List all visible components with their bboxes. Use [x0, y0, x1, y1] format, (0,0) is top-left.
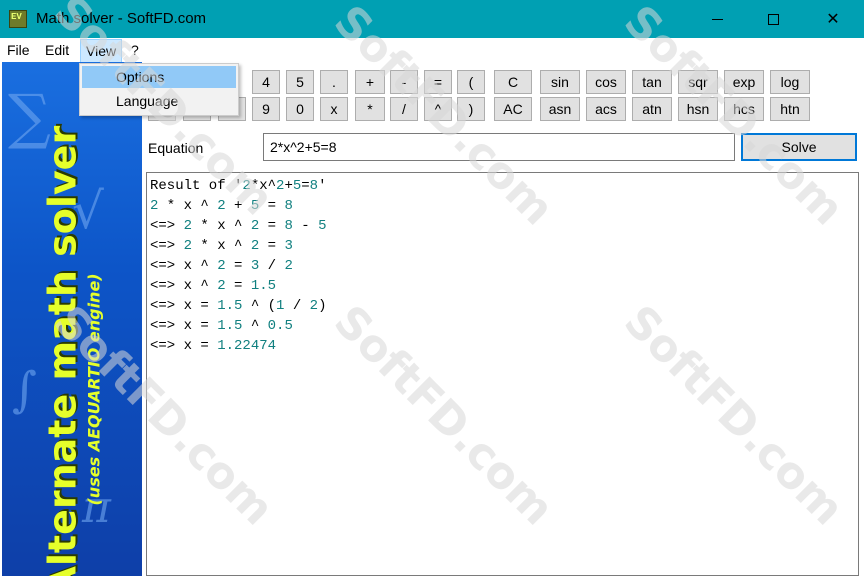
banner-subtitle: (uses AEQUARTIO engine)	[84, 273, 104, 506]
result-title-op: =	[301, 178, 310, 194]
equation-label: Equation	[148, 140, 204, 156]
key-sin[interactable]: sin	[540, 70, 580, 94]
key-clear[interactable]: C	[494, 70, 532, 94]
result-line: <=> x = 1.5 ^ (1 / 2)	[150, 298, 327, 314]
minimize-button[interactable]	[688, 0, 746, 38]
num: 2	[250, 218, 260, 234]
result-title-num: 8	[309, 178, 319, 194]
app-icon-text: EV	[11, 12, 22, 22]
key-4[interactable]: 4	[252, 70, 280, 94]
result-line: <=> 2 * x ^ 2 = 8 - 5	[150, 218, 327, 234]
num: 5	[250, 198, 260, 214]
key-open-paren[interactable]: (	[457, 70, 485, 94]
num: 0.5	[267, 318, 293, 334]
banner-image: ∑ √ ∫ π Alternate math solver (uses AEQU…	[2, 62, 142, 576]
num: 1.22474	[217, 338, 277, 354]
key-log[interactable]: log	[770, 70, 810, 94]
key-cos[interactable]: cos	[586, 70, 626, 94]
result-line: <=> x ^ 2 = 3 / 2	[150, 258, 293, 274]
menu-help[interactable]: ?	[131, 42, 139, 58]
result-line: <=> 2 * x ^ 2 = 3	[150, 238, 293, 254]
key-all-clear[interactable]: AC	[494, 97, 532, 121]
key-plus[interactable]: +	[355, 70, 385, 94]
menu-view[interactable]: View	[80, 39, 123, 63]
key-multiply[interactable]: *	[355, 97, 385, 121]
menu-edit[interactable]: Edit	[45, 42, 69, 58]
key-9[interactable]: 9	[252, 97, 280, 121]
result-output[interactable]: Result of '2*x^2+5=8' 2 * x ^ 2 + 5 = 8 <=…	[146, 172, 859, 576]
key-minus[interactable]: -	[390, 70, 418, 94]
num: 2	[217, 258, 226, 274]
result-line: 2 * x ^ 2 + 5 = 8	[150, 198, 293, 214]
num: 2	[284, 258, 293, 274]
close-button[interactable]: ✕	[804, 0, 862, 38]
result-title-num: 5	[292, 178, 302, 194]
result-title-op: +	[284, 178, 293, 194]
key-close-paren[interactable]: )	[457, 97, 485, 121]
key-hsn[interactable]: hsn	[678, 97, 718, 121]
key-hcs[interactable]: hcs	[724, 97, 764, 121]
title-bar: EV Math solver - SoftFD.com ✕	[0, 0, 864, 38]
close-icon: ✕	[826, 11, 840, 28]
maximize-icon	[767, 13, 779, 25]
key-sqr[interactable]: sqr	[678, 70, 718, 94]
key-equals[interactable]: =	[424, 70, 452, 94]
num: 3	[284, 238, 293, 254]
key-acs[interactable]: acs	[586, 97, 626, 121]
key-5[interactable]: 5	[286, 70, 314, 94]
menu-item-options[interactable]: Options	[82, 66, 236, 88]
key-power[interactable]: ^	[424, 97, 452, 121]
key-exp[interactable]: exp	[724, 70, 764, 94]
num: 2	[217, 198, 226, 214]
key-tan[interactable]: tan	[632, 70, 672, 94]
num: 5	[318, 218, 327, 234]
num: 2	[183, 218, 193, 234]
maximize-button[interactable]	[744, 0, 802, 38]
num: 1.5	[217, 318, 243, 334]
num: 2	[309, 298, 319, 314]
solve-button[interactable]: Solve	[741, 133, 857, 161]
minimize-icon	[711, 18, 723, 20]
key-htn[interactable]: htn	[770, 97, 810, 121]
num: 3	[250, 258, 260, 274]
num: 1.5	[250, 278, 277, 294]
result-line: <=> x = 1.5 ^ 0.5	[150, 318, 293, 334]
num: 2	[217, 278, 226, 294]
key-divide[interactable]: /	[390, 97, 418, 121]
num: 1	[276, 298, 285, 314]
num: 2	[183, 238, 193, 254]
menu-file[interactable]: File	[7, 42, 30, 58]
result-line: <=> x ^ 2 = 1.5	[150, 278, 277, 294]
banner-text-block: Alternate math solver (uses AEQUARTIO en…	[40, 116, 104, 576]
key-atn[interactable]: atn	[632, 97, 672, 121]
banner-decoration: ∫	[12, 362, 38, 418]
num: 8	[284, 198, 293, 214]
result-line: <=> x = 1.22474	[150, 338, 277, 354]
result-title-op: *x^	[250, 178, 277, 194]
num: 1.5	[217, 298, 243, 314]
num: 2	[150, 198, 159, 214]
menu-item-language[interactable]: Language	[82, 90, 236, 112]
menu-bar: File Edit View ?	[0, 38, 864, 63]
app-icon[interactable]: EV	[9, 10, 27, 28]
key-0[interactable]: 0	[286, 97, 314, 121]
num: 8	[284, 218, 293, 234]
view-dropdown-menu: Options Language	[79, 63, 239, 116]
key-asn[interactable]: asn	[540, 97, 580, 121]
key-x[interactable]: x	[320, 97, 348, 121]
equation-input[interactable]: 2*x^2+5=8	[263, 133, 735, 161]
banner-title: Alternate math solver	[40, 125, 85, 576]
window-title: Math solver - SoftFD.com	[36, 10, 207, 27]
result-title-equation: 2	[242, 178, 251, 194]
num: 2	[250, 238, 260, 254]
result-line-title: Result of '2*x^2+5=8'	[150, 178, 327, 194]
key-decimal[interactable]: .	[320, 70, 348, 94]
